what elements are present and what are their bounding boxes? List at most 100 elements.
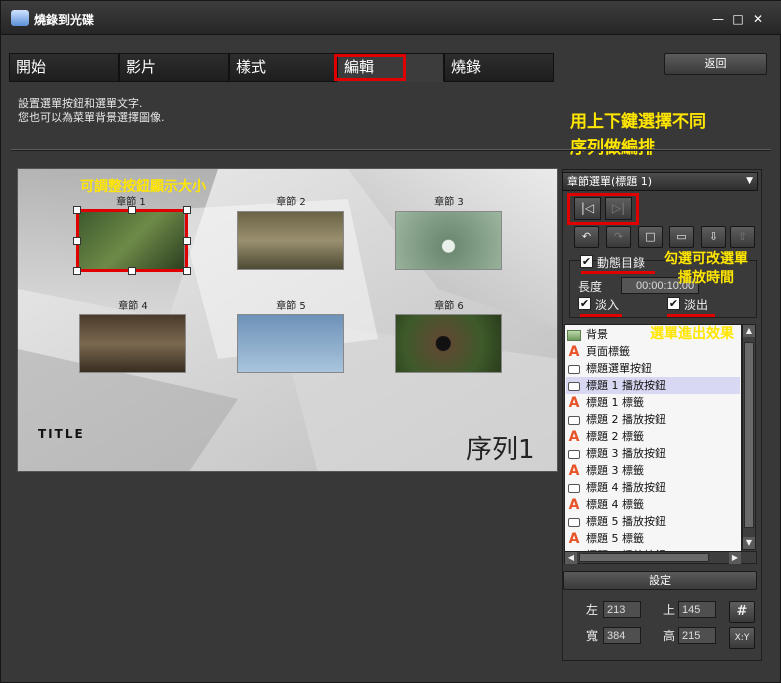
chapter-thumbnail-3[interactable] [395, 211, 502, 270]
divider [11, 149, 771, 151]
title-bar: 燒錄到光碟 — □ ✕ [1, 1, 781, 35]
tab-style[interactable]: 樣式 [229, 53, 339, 82]
list-item[interactable]: A 頁面標籤 [566, 343, 740, 360]
list-item[interactable]: 標題 5 播放按鈕 [566, 513, 740, 530]
resize-handle-bottom-right[interactable] [183, 267, 191, 275]
burn-to-disc-window: 燒錄到光碟 — □ ✕ 開始 影片 樣式 編輯 燒錄 返回 設置選單按鈕和選單文… [0, 0, 781, 683]
step-tabs: 開始 影片 樣式 編輯 燒錄 [9, 53, 555, 82]
chapter-thumbnail-4[interactable] [79, 314, 186, 373]
chapter-label-5: 章節 5 [276, 301, 306, 312]
height-input[interactable] [678, 627, 716, 644]
height-label: 高 [663, 629, 676, 643]
chapter-label-3: 章節 3 [434, 197, 464, 208]
horizontal-scroll-thumb[interactable] [579, 553, 709, 562]
scroll-right-icon[interactable]: ▶ [729, 552, 741, 564]
length-label: 長度 [578, 280, 603, 294]
fade-in-checkbox[interactable]: ✔ [578, 297, 591, 310]
list-item[interactable]: A 標題 5 標籤 [566, 530, 740, 547]
redo-button[interactable]: ↷ [606, 226, 631, 248]
list-item[interactable]: A 標題 3 標籤 [566, 462, 740, 479]
minimize-button[interactable]: — [712, 13, 724, 25]
return-button[interactable]: 返回 [664, 53, 767, 75]
annotation-animated: 勾選可改選單 播放時間 [664, 250, 748, 288]
menu-title-text[interactable]: TITLE [38, 427, 85, 441]
chapter-thumbnail-5[interactable] [237, 314, 344, 373]
list-item[interactable]: 標題 4 播放按鈕 [566, 479, 740, 496]
list-item-label: 標題 2 標籤 [586, 430, 644, 443]
fade-out-label: 淡出 [684, 298, 709, 312]
chapter-thumbnail-2[interactable] [237, 211, 344, 270]
add-button-tool[interactable]: □ [638, 226, 663, 248]
export-image-button[interactable]: ⇧ [730, 226, 755, 248]
text-label-icon: A [568, 429, 580, 445]
animated-menu-checkbox[interactable]: ✔ [580, 255, 593, 268]
resize-handle-bottom[interactable] [128, 267, 136, 275]
resize-handle-top[interactable] [128, 206, 136, 214]
list-item[interactable]: A 標題 2 標籤 [566, 428, 740, 445]
button-icon [568, 483, 580, 493]
tab-video[interactable]: 影片 [119, 53, 229, 82]
annotation-arrow-keys-line-1: 用上下鍵選擇不同 [570, 112, 706, 132]
list-horizontal-scrollbar[interactable]: ◀ ▶ [564, 551, 757, 564]
tab-burn[interactable]: 燒錄 [444, 53, 554, 82]
undo-button[interactable]: ↶ [574, 226, 599, 248]
resize-handle-top-left[interactable] [73, 206, 81, 214]
left-label: 左 [586, 603, 599, 617]
set-button[interactable]: 設定 [563, 571, 757, 590]
preview-screen-button[interactable]: ▭ [669, 226, 694, 248]
list-item[interactable]: A 標題 4 標籤 [566, 496, 740, 513]
import-image-button[interactable]: ⇩ [701, 226, 726, 248]
list-item[interactable]: 標題 2 播放按鈕 [566, 411, 740, 428]
close-button[interactable]: ✕ [752, 13, 764, 25]
scroll-down-icon[interactable]: ▼ [743, 537, 755, 549]
background-image-icon [567, 329, 581, 341]
resize-handle-right[interactable] [183, 237, 191, 245]
top-label: 上 [663, 603, 676, 617]
annotation-animated-line-2: 播放時間 [678, 270, 734, 286]
annotation-arrow-keys-line-2: 序列做編排 [570, 138, 655, 158]
menu-object-list[interactable]: 背景 A 頁面標籤 標題選單按鈕 標題 1 播放按鈕 A 標題 1 標籤 標題 2 播放按鈕 A… [564, 324, 742, 553]
xy-ratio-button[interactable]: X:Y [729, 627, 755, 649]
selected-button-outline[interactable] [76, 209, 188, 272]
scroll-left-icon[interactable]: ◀ [565, 552, 577, 564]
list-item-label: 標題 5 播放按鈕 [586, 515, 666, 528]
window-title: 燒錄到光碟 [34, 13, 95, 27]
maximize-button[interactable]: □ [732, 13, 744, 25]
edit-tab-highlight [334, 54, 406, 81]
list-item-label: 背景 [586, 328, 608, 341]
list-item-label: 標題 1 標籤 [586, 396, 644, 409]
grid-icon: # [736, 604, 748, 619]
list-item[interactable]: 標題 1 播放按鈕 [566, 377, 740, 394]
menu-select-dropdown[interactable]: 章節選單(標題 1) ▼ [562, 172, 758, 191]
resize-handle-bottom-left[interactable] [73, 267, 81, 275]
animated-menu-underline [581, 271, 655, 274]
chapter-thumbnail-6[interactable] [395, 314, 502, 373]
sequence-text[interactable]: 序列1 [466, 429, 535, 466]
menu-preview[interactable]: 章節 1 章節 2 章節 3 可調整按鈕顯示大小 章節 4 章節 5 章節 6 … [17, 168, 558, 472]
top-input[interactable] [678, 601, 716, 618]
import-icon: ⇩ [708, 230, 719, 243]
tab-start[interactable]: 開始 [9, 53, 119, 82]
left-input[interactable] [603, 601, 641, 618]
fade-out-checkbox[interactable]: ✔ [667, 297, 680, 310]
resize-handle-left[interactable] [73, 237, 81, 245]
list-item[interactable]: 標題 3 播放按鈕 [566, 445, 740, 462]
vertical-scroll-thumb[interactable] [744, 342, 754, 528]
text-label-icon: A [568, 463, 580, 479]
square-icon: □ [645, 230, 656, 243]
list-item[interactable]: 標題選單按鈕 [566, 360, 740, 377]
button-icon [568, 449, 580, 459]
monitor-icon: ▭ [676, 230, 687, 243]
width-input[interactable] [603, 627, 641, 644]
resize-handle-top-right[interactable] [183, 206, 191, 214]
grid-button[interactable]: # [729, 601, 755, 623]
description-line-1: 設置選單按鈕和選單文字. [18, 97, 143, 110]
list-item-label: 標題 1 播放按鈕 [586, 379, 666, 392]
export-icon: ⇧ [737, 230, 748, 243]
list-item-label: 頁面標籤 [586, 345, 630, 358]
button-icon [568, 415, 580, 425]
annotation-arrow-keys: 用上下鍵選擇不同 序列做編排 [570, 109, 706, 161]
scroll-up-icon[interactable]: ▲ [743, 325, 755, 337]
list-item[interactable]: A 標題 1 標籤 [566, 394, 740, 411]
list-vertical-scrollbar[interactable]: ▲ ▼ [742, 324, 756, 550]
